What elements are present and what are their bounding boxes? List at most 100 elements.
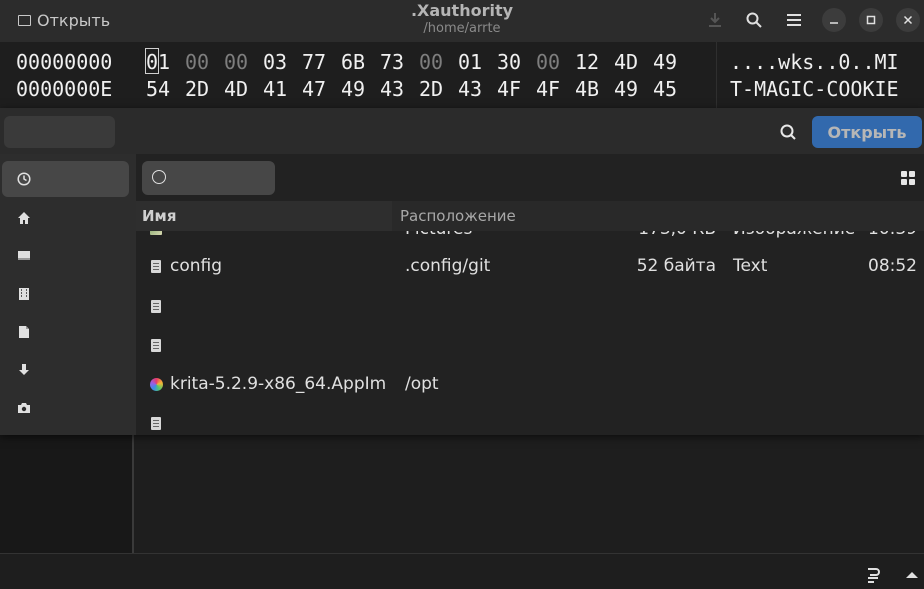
clock-icon [152, 170, 166, 184]
maximize-button[interactable] [859, 8, 883, 32]
hex-byte[interactable]: 41 [263, 77, 287, 101]
search-icon[interactable] [776, 120, 800, 144]
hex-byte[interactable]: 45 [653, 77, 677, 101]
minimize-button[interactable] [822, 8, 846, 32]
sidebar-item-desktop[interactable] [2, 238, 129, 274]
downloads-icon [19, 364, 29, 375]
maximize-icon [866, 15, 876, 25]
document-icon [151, 339, 161, 352]
recent-location-chip[interactable] [142, 161, 275, 195]
search-button[interactable] [741, 8, 767, 32]
file-name: config [170, 256, 223, 276]
hex-byte[interactable]: 00 [536, 50, 560, 74]
hex-byte[interactable]: 2D [185, 77, 209, 101]
file-list: Pictures 173,0 КБ Изображение 10:39 conf… [136, 231, 924, 435]
hex-byte[interactable]: 43 [458, 77, 482, 101]
sidebar-item-videos[interactable] [2, 276, 129, 312]
header-bar: Открыть .Xauthority /home/arrte [0, 0, 924, 42]
hex-byte[interactable]: 49 [653, 50, 677, 74]
hex-byte[interactable]: 12 [575, 50, 599, 74]
file-location: .config/git [405, 256, 491, 276]
close-icon [903, 15, 913, 25]
hex-byte[interactable]: 01 [458, 50, 482, 74]
hex-byte[interactable]: 00 [224, 50, 248, 74]
file-size: 52 байта [636, 256, 716, 276]
grid-view-icon [909, 171, 915, 177]
file-row[interactable]: config .config/git 52 байта Text 08:52 [136, 247, 924, 286]
dialog-open-button[interactable]: Открыть [812, 116, 922, 148]
hex-byte[interactable]: 30 [497, 50, 521, 74]
camera-icon [18, 403, 30, 413]
hex-ascii-text[interactable]: ....wks..0..MI [730, 50, 899, 74]
hex-byte[interactable]: 47 [302, 77, 326, 101]
save-button[interactable] [702, 8, 728, 32]
file-time: 08:52 [868, 256, 917, 276]
minimize-icon [830, 22, 838, 24]
hex-byte[interactable]: 01 [146, 50, 170, 74]
dialog-header: Открыть [0, 108, 924, 154]
column-header-location[interactable]: Расположение [392, 201, 924, 231]
search-icon [746, 12, 762, 28]
hex-byte[interactable]: 49 [614, 77, 638, 101]
file-name: krita-5.2.9-x86_64.AppImage [170, 374, 386, 394]
status-bar [0, 553, 924, 589]
sidebar-item-documents[interactable] [2, 314, 129, 350]
recent-icon [17, 172, 31, 186]
hex-byte[interactable]: 49 [341, 77, 365, 101]
videos-icon [19, 288, 29, 300]
file-size: 173,0 КБ [638, 231, 716, 239]
hex-byte[interactable]: 54 [146, 77, 170, 101]
document-icon [151, 300, 161, 313]
hex-byte[interactable]: 73 [380, 50, 404, 74]
grid-view-icon [901, 171, 907, 177]
hex-byte[interactable]: 6B [341, 50, 365, 74]
hex-view[interactable]: 00000000 01 00 00 03 77 6B 73 00 01 30 0… [0, 42, 924, 112]
hex-byte[interactable]: 4F [497, 77, 521, 101]
sidebar-item-home[interactable] [2, 200, 129, 236]
hex-byte[interactable]: 03 [263, 50, 287, 74]
location-path-bar[interactable] [4, 116, 115, 148]
grid-view-icon [909, 179, 915, 185]
sidebar-item-downloads[interactable] [2, 352, 129, 388]
file-time: 10:39 [868, 231, 917, 239]
hex-byte[interactable]: 4F [536, 77, 560, 101]
column-header-name[interactable]: Имя [136, 201, 392, 231]
home-icon [18, 212, 30, 224]
close-button[interactable] [896, 8, 920, 32]
file-row[interactable] [136, 287, 924, 326]
image-icon [150, 231, 162, 235]
file-row[interactable] [136, 326, 924, 365]
places-sidebar [0, 154, 136, 435]
hex-byte[interactable]: 00 [185, 50, 209, 74]
hex-byte[interactable]: 4B [575, 77, 599, 101]
document-icon [151, 260, 161, 273]
document-icon [151, 417, 161, 430]
file-row[interactable] [136, 404, 924, 435]
file-location: /opt [405, 374, 439, 394]
text-format-icon[interactable] [866, 566, 880, 584]
hex-ascii-divider [716, 42, 717, 112]
hex-byte[interactable]: 4D [224, 77, 248, 101]
grid-view-button[interactable] [901, 171, 915, 185]
chevron-up-icon[interactable] [905, 570, 919, 580]
hex-byte[interactable]: 4D [614, 50, 638, 74]
file-chooser-dialog: Открыть Имя Расположение config .config/… [0, 108, 924, 435]
file-type: Text [733, 256, 768, 276]
file-row[interactable]: krita-5.2.9-x86_64.AppImage /opt [136, 365, 924, 404]
sidebar-item-pictures[interactable] [2, 390, 129, 426]
main-menu-button[interactable] [781, 8, 807, 32]
file-type: Изображение [733, 231, 855, 239]
hex-offset: 00000000 [16, 50, 113, 74]
hex-ascii-text[interactable]: T-MAGIC-COOKIE [730, 77, 899, 101]
hamburger-menu-icon [787, 14, 801, 26]
file-list-pane: Имя Расположение Pictures 173,0 КБ Изобр… [136, 154, 924, 435]
hex-byte[interactable]: 43 [380, 77, 404, 101]
download-icon [709, 13, 721, 27]
desktop-icon [18, 251, 30, 260]
hex-byte[interactable]: 77 [302, 50, 326, 74]
hex-byte[interactable]: 2D [419, 77, 443, 101]
hex-offset: 0000000E [16, 77, 113, 101]
krita-icon [150, 378, 163, 391]
hex-byte[interactable]: 00 [419, 50, 443, 74]
sidebar-item-recent[interactable] [2, 161, 129, 197]
